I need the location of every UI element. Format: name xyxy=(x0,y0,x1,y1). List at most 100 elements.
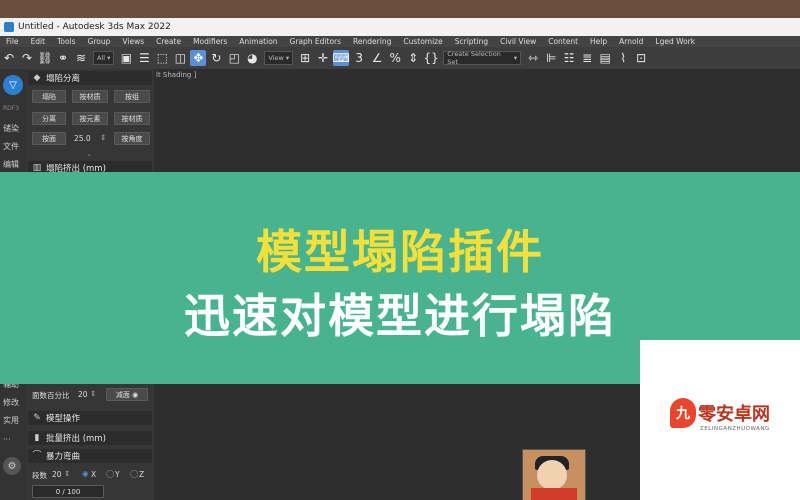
undo-icon[interactable]: ↶ xyxy=(1,50,17,66)
snap-3d-icon[interactable]: 3 xyxy=(351,50,367,66)
banner-headline: 模型塌陷插件 xyxy=(256,225,544,279)
reduce-percent-value[interactable]: 20 xyxy=(78,390,88,399)
menu-create[interactable]: Create xyxy=(150,36,187,47)
detach-by-material-button[interactable]: 按材质 xyxy=(114,112,150,125)
selection-filter-dropdown[interactable]: All ▾ xyxy=(93,51,115,65)
section-batch-extrude-title: 批量挤出 (mm) xyxy=(46,434,106,444)
link-icon[interactable]: ⛓ xyxy=(37,50,53,66)
place-icon[interactable]: ◕ xyxy=(244,50,260,66)
menu-civil-view[interactable]: Civil View xyxy=(494,36,542,47)
detach-button[interactable]: 分离 xyxy=(32,112,66,125)
reference-coord-value: View xyxy=(268,54,284,62)
detach-by-element-button[interactable]: 按元素 xyxy=(72,112,108,125)
layer-explorer-icon[interactable]: ≣ xyxy=(579,50,595,66)
timeline-value: 0 / 100 xyxy=(55,487,81,496)
rotate-icon[interactable]: ↻ xyxy=(208,50,224,66)
bend-icon: ⌒ xyxy=(32,451,42,461)
sidebar-item-utility[interactable]: 实用 xyxy=(3,415,19,426)
detach-by-angle-button[interactable]: 按角度 xyxy=(114,132,150,145)
collapse-chevron-icon[interactable]: ⌄ xyxy=(86,149,92,158)
sidebar-item-more[interactable]: ··· xyxy=(3,435,11,444)
sidebar-item-file[interactable]: 文件 xyxy=(3,141,19,152)
menu-edit[interactable]: Edit xyxy=(25,36,52,47)
rect-selection-icon[interactable]: ⬚ xyxy=(154,50,170,66)
plugin-logo-icon: ▽ xyxy=(3,75,23,95)
menu-modifiers[interactable]: Modifiers xyxy=(187,36,233,47)
window-crossing-icon[interactable]: ◫ xyxy=(172,50,188,66)
menu-lged-work[interactable]: Lged Work xyxy=(649,36,701,47)
settings-gear-icon[interactable]: ⚙ xyxy=(3,457,21,475)
menu-tools[interactable]: Tools xyxy=(51,36,81,47)
detach-by-face-button[interactable]: 按面 xyxy=(32,132,66,145)
axis-z-radio[interactable]: ◯ xyxy=(130,469,138,478)
transform-center-icon[interactable]: ✛ xyxy=(315,50,331,66)
watermark-mark-icon: 九 xyxy=(670,398,696,428)
timeline-slider[interactable]: 0 / 100 xyxy=(32,485,104,498)
viewport-shading-label[interactable]: lt Shading ] xyxy=(156,71,196,79)
sidebar-item-render[interactable]: 储染 xyxy=(3,123,19,134)
menu-graph-editors[interactable]: Graph Editors xyxy=(284,36,348,47)
select-object-icon[interactable]: ▣ xyxy=(118,50,134,66)
named-selection-value: Create Selection Set xyxy=(447,50,501,66)
menu-arnold[interactable]: Arnold xyxy=(613,36,649,47)
sidebar-item-modify[interactable]: 修改 xyxy=(3,397,19,408)
collapse-button[interactable]: 塌陷 xyxy=(32,90,66,103)
axis-z-label: Z xyxy=(139,470,145,479)
section-collapse-detach-title: 塌陷分离 xyxy=(46,74,81,84)
menu-bar: File Edit Tools Group Views Create Modif… xyxy=(0,36,800,47)
edit-named-sets-icon[interactable]: {} xyxy=(423,50,439,66)
toggle-ribbon-icon[interactable]: ▤ xyxy=(597,50,613,66)
menu-group[interactable]: Group xyxy=(82,36,117,47)
collapse-by-group-button[interactable]: 按组 xyxy=(114,90,150,103)
angle-snap-icon[interactable]: ∠ xyxy=(369,50,385,66)
window-title: Untitled - Autodesk 3ds Max 2022 xyxy=(18,22,171,32)
section-collapse-detach[interactable]: ◆ 塌陷分离 xyxy=(28,71,152,85)
angle-value[interactable]: 25.0 xyxy=(74,134,91,143)
desktop-strip xyxy=(0,0,800,18)
schematic-view-icon[interactable]: ⊡ xyxy=(633,50,649,66)
main-toolbar: ↶ ↷ ⛓ ⚭ ≋ All ▾ ▣ ☰ ⬚ ◫ ✥ ↻ ◰ ◕ View ▾ ⊞… xyxy=(0,47,800,70)
reference-coord-dropdown[interactable]: View ▾ xyxy=(264,51,294,65)
segments-spinner-icon[interactable]: ⇕ xyxy=(64,469,70,478)
named-selection-dropdown[interactable]: Create Selection Set ▾ xyxy=(443,50,522,66)
section-force-bend-title: 暴力弯曲 xyxy=(46,452,81,462)
angle-spinner-icon[interactable]: ⇕ xyxy=(100,133,106,142)
segments-label: 段数 xyxy=(32,471,47,480)
menu-file[interactable]: File xyxy=(0,36,25,47)
scene-explorer-icon[interactable]: ☷ xyxy=(561,50,577,66)
move-icon[interactable]: ✥ xyxy=(190,50,207,66)
align-icon[interactable]: ⊫ xyxy=(543,50,559,66)
reduce-faces-button[interactable]: 减面 ◉ xyxy=(106,388,148,401)
character-thumbnail xyxy=(522,449,586,500)
menu-rendering[interactable]: Rendering xyxy=(347,36,397,47)
mirror-icon[interactable]: ⇿ xyxy=(525,50,541,66)
section-force-bend[interactable]: ⌒ 暴力弯曲 xyxy=(28,449,152,463)
menu-content[interactable]: Content xyxy=(542,36,584,47)
sidebar-item-edit[interactable]: 编辑 xyxy=(3,159,19,170)
collapse-by-material-button[interactable]: 按材质 xyxy=(72,90,108,103)
menu-animation[interactable]: Animation xyxy=(233,36,283,47)
keyboard-shortcut-icon[interactable]: ⌨ xyxy=(333,50,350,66)
curve-editor-icon[interactable]: ⌇ xyxy=(615,50,631,66)
axis-x-radio[interactable]: ◉ xyxy=(82,469,89,478)
axis-y-radio[interactable]: ◯ xyxy=(106,469,114,478)
reduce-spinner-icon[interactable]: ⇕ xyxy=(90,389,96,398)
banner-subheadline: 迅速对模型进行塌陷 xyxy=(184,289,616,343)
section-model-ops-title: 模型操作 xyxy=(46,414,81,424)
scale-icon[interactable]: ◰ xyxy=(226,50,242,66)
percent-snap-icon[interactable]: % xyxy=(387,50,403,66)
pivot-icon[interactable]: ⊞ xyxy=(297,50,313,66)
bind-spacewarp-icon[interactable]: ≋ xyxy=(73,50,89,66)
section-model-ops[interactable]: ✎ 模型操作 xyxy=(28,411,152,425)
unlink-icon[interactable]: ⚭ xyxy=(55,50,71,66)
menu-views[interactable]: Views xyxy=(116,36,150,47)
section-batch-extrude[interactable]: ▮ 批量挤出 (mm) xyxy=(28,431,152,445)
spinner-snap-icon[interactable]: ⇕ xyxy=(405,50,421,66)
menu-help[interactable]: Help xyxy=(584,36,613,47)
menu-scripting[interactable]: Scripting xyxy=(449,36,494,47)
axis-y-label: Y xyxy=(115,470,120,479)
segments-value[interactable]: 20 xyxy=(52,470,62,479)
menu-customize[interactable]: Customize xyxy=(397,36,448,47)
select-by-name-icon[interactable]: ☰ xyxy=(136,50,152,66)
redo-icon[interactable]: ↷ xyxy=(19,50,35,66)
